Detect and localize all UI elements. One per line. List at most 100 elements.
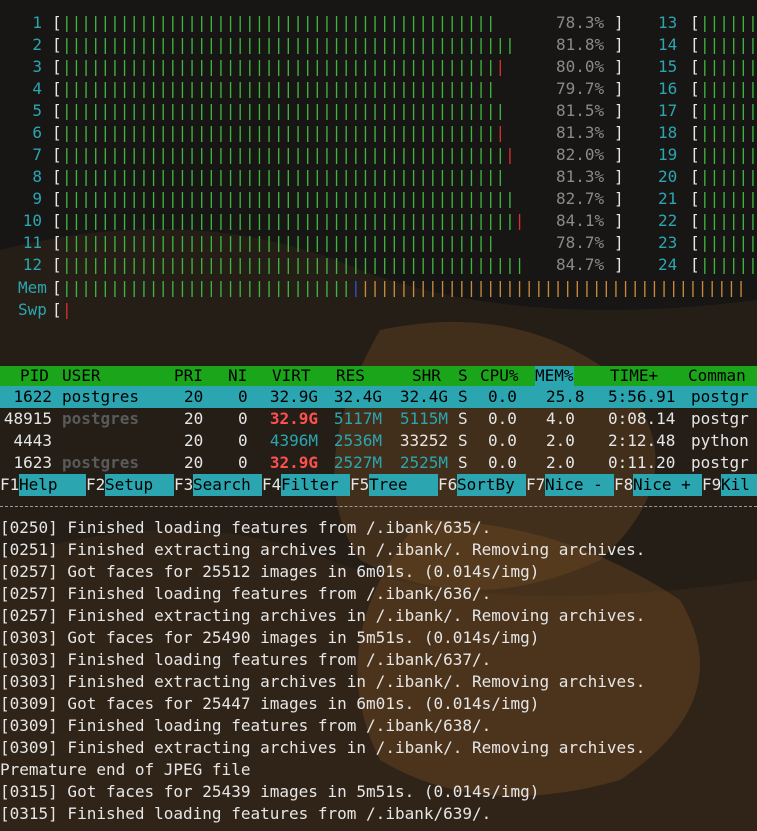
- fkey-f9[interactable]: F9: [702, 474, 721, 496]
- process-s: S: [458, 387, 468, 406]
- log-line: [0257] Finished extracting archives in /…: [0, 606, 646, 625]
- process-pid: 1623: [13, 453, 52, 472]
- cpu-bar: ||||||: [700, 145, 757, 164]
- process-res: 5117M: [333, 409, 383, 428]
- cpu-percent: 78.7%: [556, 233, 605, 252]
- cpu-label: 12: [22, 255, 42, 274]
- process-mem: 2.0: [546, 453, 575, 472]
- column-header-shr[interactable]: SHR: [412, 366, 441, 386]
- column-header-pri[interactable]: PRI: [174, 366, 203, 386]
- column-header-virt[interactable]: VIRT: [272, 366, 311, 386]
- fkey-f4[interactable]: F4: [262, 474, 281, 496]
- process-row[interactable]: 1622 postgres 20 0 32.9G 32.4G 32.4G S 0.0 25.8 5:…: [0, 386, 757, 408]
- pane-separator: [0, 498, 757, 507]
- fkey-f4-label[interactable]: Filter: [281, 474, 350, 496]
- process-user: postgres: [62, 453, 140, 472]
- cpu-label: 22: [658, 211, 678, 230]
- process-pri: 20: [184, 409, 204, 428]
- cpu-bar: ||||||: [700, 101, 757, 120]
- fkey-f8[interactable]: F8: [614, 474, 633, 496]
- cpu-bar: ||||||: [700, 211, 757, 230]
- process-cmd: postgr: [691, 453, 749, 472]
- fkey-f5[interactable]: F5: [350, 474, 369, 496]
- fkey-f2-label[interactable]: Setup: [105, 474, 174, 496]
- cpu-label: 11: [22, 233, 42, 252]
- cpu-label: 14: [658, 35, 678, 54]
- process-table-header[interactable]: PID USER PRI NI VIRT RES SHR S CPU% MEM% TIME+ Comm…: [0, 366, 757, 386]
- cpu-bar: ||||||||||||||||||||||||||||||||||||||||…: [62, 123, 506, 142]
- process-pri: 20: [184, 387, 204, 406]
- cpu-bar: ||||||: [700, 233, 757, 252]
- cpu-bar: ||||||: [700, 13, 757, 32]
- process-ni: 0: [238, 431, 248, 450]
- cpu-label: 18: [658, 123, 678, 142]
- process-ni: 0: [238, 409, 248, 428]
- process-user: postgres: [62, 409, 140, 428]
- column-header-res[interactable]: RES: [336, 366, 365, 386]
- column-header-s[interactable]: S: [458, 366, 468, 386]
- column-header-mem[interactable]: MEM%: [535, 366, 574, 386]
- memory-label: Mem: [18, 278, 47, 297]
- fkey-f6-label[interactable]: SortBy: [457, 474, 526, 496]
- log-line: [0257] Got faces for 25512 images in 6m0…: [0, 562, 540, 581]
- process-row[interactable]: 1623 postgres 20 0 32.9G 2527M 2525M S 0.0 2.0 0:1…: [0, 452, 757, 474]
- cpu-label: 9: [32, 189, 42, 208]
- cpu-bar: ||||||: [700, 123, 757, 142]
- log-line: Premature end of JPEG file: [0, 760, 251, 779]
- process-shr: 32.4G: [399, 387, 449, 406]
- process-time: 5:56.91: [608, 387, 676, 406]
- log-line: [0315] Got faces for 25439 images in 5m5…: [0, 782, 540, 801]
- cpu-percent: 79.7%: [556, 79, 605, 98]
- fkey-f7-label[interactable]: Nice -: [545, 474, 614, 496]
- log-line: [0309] Finished loading features from /.…: [0, 716, 492, 735]
- cpu-bar: ||||||||||||||||||||||||||||||||||||||||…: [62, 255, 525, 274]
- column-header-time[interactable]: TIME+: [610, 366, 658, 386]
- process-res: 32.4G: [333, 387, 383, 406]
- cpu-percent: 82.0%: [556, 145, 605, 164]
- cpu-label: 3: [32, 57, 42, 76]
- fkey-f2[interactable]: F2: [86, 474, 105, 496]
- cpu-label: 21: [658, 189, 678, 208]
- column-header-user[interactable]: USER: [62, 366, 101, 386]
- fkey-f8-label[interactable]: Nice +: [633, 474, 702, 496]
- column-header-comman[interactable]: Comman: [688, 366, 746, 386]
- process-row[interactable]: 4443 20 0 4396M 2536M 33252 S 0.0 2.0 2:12.48 pyth…: [0, 430, 757, 452]
- process-cpu: 0.0: [488, 387, 517, 406]
- log-line: [0309] Finished extracting archives in /…: [0, 738, 646, 757]
- cpu-bar: ||||||||||||||||||||||||||||||||||||||||…: [62, 211, 525, 230]
- memory-meter: Mem [ ||||||||||||||||||||||||||||||||||…: [18, 278, 746, 297]
- process-res: 2527M: [333, 453, 383, 472]
- cpu-bar: ||||||||||||||||||||||||||||||||||||||||…: [62, 189, 515, 208]
- cpu-bar: ||||||||||||||||||||||||||||||||||||||||…: [62, 167, 506, 186]
- cpu-label: 16: [658, 79, 678, 98]
- memory-bar: ||||||||||||||||||||||||||||||||||||||||…: [62, 278, 746, 297]
- cpu-label: 10: [22, 211, 42, 230]
- swap-bar: |: [62, 300, 72, 319]
- column-header-pid[interactable]: PID: [20, 366, 49, 386]
- column-header-ni[interactable]: NI: [228, 366, 247, 386]
- fkey-f1[interactable]: F1: [0, 474, 19, 496]
- column-header-cpu[interactable]: CPU%: [480, 366, 519, 386]
- log-line: [0257] Finished loading features from /.…: [0, 584, 492, 603]
- fkey-f3[interactable]: F3: [174, 474, 193, 496]
- log-line: [0315] Finished loading features from /.…: [0, 804, 492, 823]
- fkey-f9-label[interactable]: Kil: [721, 474, 757, 496]
- process-mem: 2.0: [546, 431, 575, 450]
- fkey-f7[interactable]: F7: [526, 474, 545, 496]
- process-row[interactable]: 48915 postgres 20 0 32.9G 5117M 5115M S 0.0 4.0 0:…: [0, 408, 757, 430]
- fkey-f3-label[interactable]: Search: [193, 474, 262, 496]
- cpu-label: 15: [658, 57, 678, 76]
- cpu-bar: ||||||||||||||||||||||||||||||||||||||||…: [62, 101, 506, 120]
- fkey-f6[interactable]: F6: [438, 474, 457, 496]
- process-virt: 32.9G: [269, 453, 319, 472]
- cpu-bar: ||||||: [700, 79, 757, 98]
- fkey-f5-label[interactable]: Tree: [369, 474, 438, 496]
- fkey-f1-label[interactable]: Help: [19, 474, 86, 496]
- cpu-percent: 81.3%: [556, 123, 605, 142]
- process-pri: 20: [184, 431, 204, 450]
- cpu-bar: ||||||||||||||||||||||||||||||||||||||||…: [62, 35, 515, 54]
- process-virt: 32.9G: [269, 387, 319, 406]
- process-cpu: 0.0: [488, 453, 517, 472]
- cpu-label: 23: [658, 233, 678, 252]
- process-ni: 0: [238, 387, 248, 406]
